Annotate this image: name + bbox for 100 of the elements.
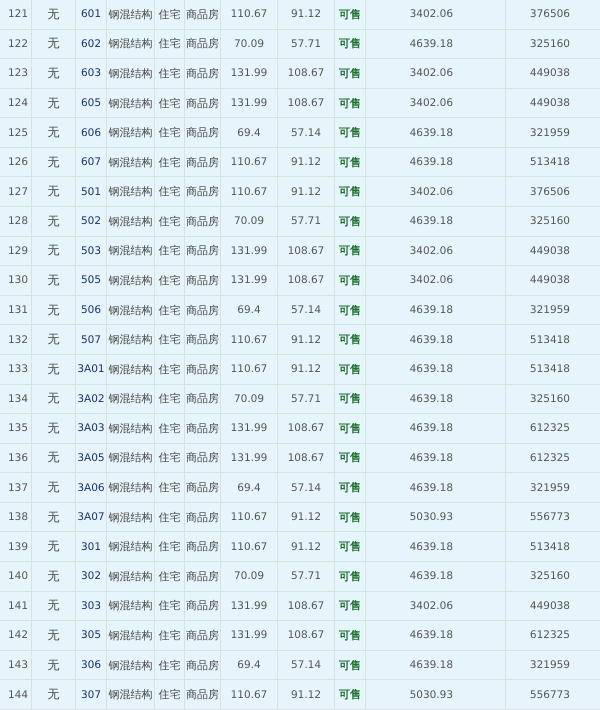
status-label: 可售 [339,362,361,377]
table-cell: 3402.06 [410,600,453,612]
table-cell: 57.14 [290,482,322,494]
table-cell: 70.09 [234,215,264,228]
table-cell: 商品房 [186,391,219,406]
table-cell: 91.12 [290,363,322,376]
table-cell: 5030.93 [410,511,453,524]
unit-link[interactable]: 3A02 [77,392,105,405]
table-cell: 无 [48,302,60,319]
row-number: 124 [8,97,28,110]
unit-link[interactable]: 3A01 [77,363,105,376]
unit-link[interactable]: 3A05 [77,452,105,464]
table-cell: 无 [48,420,60,437]
table-cell: 商品房 [186,510,219,525]
table-cell: 4639.18 [410,422,453,434]
table-cell: 住宅 [158,36,180,52]
unit-link[interactable]: 502 [80,215,102,228]
table-cell: 556773 [530,688,570,701]
table-cell: 110.67 [230,363,268,376]
table-cell: 4639.18 [410,570,453,582]
unit-link[interactable]: 606 [80,126,102,139]
unit-link[interactable]: 3A06 [77,482,105,494]
row-number: 128 [8,215,28,228]
table-cell: 商品房 [186,6,219,22]
status-label: 可售 [339,154,361,170]
unit-link[interactable]: 302 [80,570,102,582]
table-cell: 57.14 [290,126,322,139]
status-label: 可售 [339,6,361,22]
status-label: 可售 [339,332,361,348]
table-cell: 商品房 [186,480,219,496]
table-cell: 376506 [530,8,570,20]
table-cell: 131.99 [230,244,268,257]
unit-link[interactable]: 505 [80,274,102,286]
row-number: 122 [8,38,28,50]
row-number: 142 [8,629,28,642]
table-cell: 91.12 [290,156,322,168]
table-cell: 3402.06 [410,67,453,80]
table-cell: 108.67 [288,274,324,286]
unit-link[interactable]: 3A03 [77,422,105,434]
status-label: 可售 [339,243,361,258]
table-cell: 钢混结构 [108,598,152,614]
unit-link[interactable]: 605 [80,97,102,110]
table-cell: 110.67 [230,540,268,553]
status-label: 可售 [339,125,361,140]
row-number: 136 [8,452,28,464]
unit-link[interactable]: 501 [80,186,102,198]
unit-link[interactable]: 307 [80,688,102,701]
table-cell: 商品房 [186,598,219,614]
row-number: 138 [8,511,28,524]
table-cell: 321959 [530,304,570,316]
table-cell: 4639.18 [410,452,453,464]
table-cell: 70.09 [234,570,264,582]
status-label: 可售 [339,214,361,229]
table-cell: 住宅 [158,450,180,466]
unit-link[interactable]: 503 [80,244,102,257]
table-cell: 无 [48,35,60,52]
table-cell: 商品房 [186,332,219,348]
unit-link[interactable]: 3A07 [77,511,105,524]
table-cell: 钢混结构 [108,362,152,377]
unit-link[interactable]: 607 [80,156,102,168]
unit-link[interactable]: 301 [80,540,102,553]
table-cell: 住宅 [158,184,180,200]
table-cell: 131.99 [230,629,268,642]
unit-link[interactable]: 303 [80,600,102,612]
row-number: 139 [8,540,28,553]
unit-link[interactable]: 603 [80,67,102,80]
row-number: 126 [8,156,28,168]
status-label: 可售 [339,302,361,318]
unit-link[interactable]: 507 [80,334,102,346]
table-cell: 108.67 [288,422,324,434]
table-cell: 住宅 [158,420,180,436]
row-number: 144 [8,688,28,701]
table-cell: 无 [48,124,60,142]
unit-link[interactable]: 601 [80,8,102,20]
table-cell: 钢混结构 [108,36,152,52]
unit-link[interactable]: 305 [80,629,102,642]
table-cell: 住宅 [158,214,180,229]
table-cell: 69.4 [237,659,261,671]
table-cell: 3402.06 [410,186,453,198]
table-cell: 商品房 [186,420,219,436]
table-cell: 3402.06 [410,8,453,20]
table-cell: 321959 [530,482,570,494]
table-cell: 57.71 [290,215,322,228]
table-cell: 住宅 [158,628,180,643]
unit-link[interactable]: 602 [80,38,102,50]
status-label: 可售 [339,598,361,614]
table-cell: 556773 [530,511,570,524]
status-label: 可售 [339,628,361,643]
table-cell: 钢混结构 [108,243,152,258]
table-cell: 108.67 [288,244,324,257]
table-cell: 住宅 [158,154,180,170]
unit-link[interactable]: 306 [80,659,102,671]
status-label: 可售 [339,66,361,81]
table-cell: 91.12 [290,8,322,20]
row-number: 131 [8,304,28,316]
table-cell: 无 [48,94,60,112]
table-cell: 91.12 [290,186,322,198]
table-cell: 住宅 [158,391,180,406]
unit-link[interactable]: 506 [80,304,102,316]
table-cell: 91.12 [290,511,322,524]
